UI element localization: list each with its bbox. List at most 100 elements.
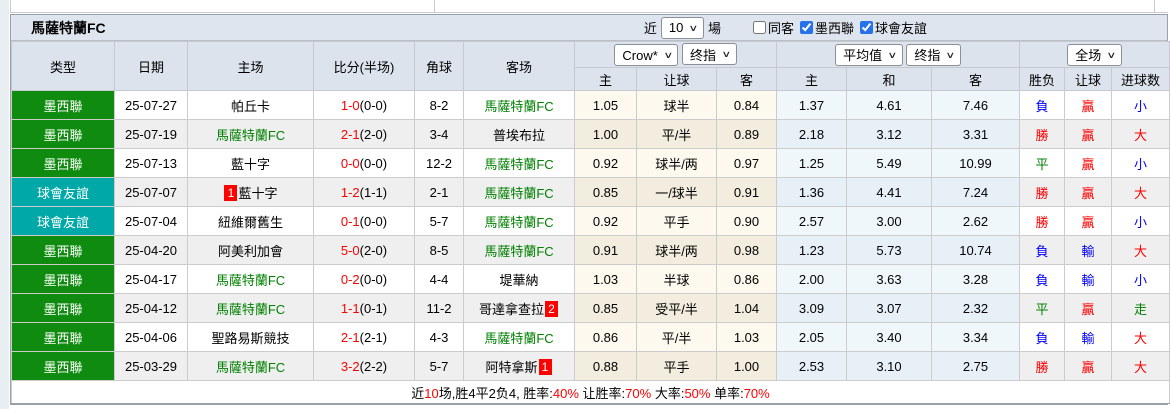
league-type-badge: 墨西聯 <box>11 322 115 352</box>
odds-provider-select[interactable]: Crow* ∨ <box>614 44 679 66</box>
result-handicap: 贏 <box>1064 293 1112 323</box>
league-type-badge: 墨西聯 <box>11 351 115 381</box>
odds-away: 0.91 <box>716 177 777 207</box>
away-team[interactable]: 馬薩特蘭FC <box>463 90 575 120</box>
result-goals: 小 <box>1110 264 1170 294</box>
average-select[interactable]: 平均值 ∨ <box>835 43 903 66</box>
previous-table-edge <box>10 0 1168 13</box>
score-cell: 2-1(2-1) <box>313 322 415 352</box>
away-team[interactable]: 馬薩特蘭FC <box>463 235 575 265</box>
chevron-down-icon: ∨ <box>887 49 898 60</box>
away-team[interactable]: 馬薩特蘭FC <box>463 322 575 352</box>
away-team[interactable]: 普埃布拉 <box>463 119 575 149</box>
average-time-select[interactable]: 终指 ∨ <box>906 43 961 66</box>
away-team[interactable]: 阿特拿斯 1 <box>463 351 575 381</box>
avg-draw-odds: 4.41 <box>846 177 932 207</box>
corners-cell: 12-2 <box>414 148 464 178</box>
away-team[interactable]: 堤華納 <box>463 264 575 294</box>
avg-away-odds: 2.32 <box>931 293 1020 323</box>
avg-home-odds: 1.23 <box>776 235 847 265</box>
filter-checkbox[interactable] <box>752 21 766 34</box>
filter-toggle[interactable]: 球會友誼 <box>854 18 927 37</box>
team-name[interactable]: 紐維爾舊生 <box>218 215 283 230</box>
odds-home: 1.03 <box>574 264 637 294</box>
odds-away: 0.97 <box>716 148 777 178</box>
team-name[interactable]: 堤華納 <box>499 273 538 288</box>
red-card-badge: 2 <box>545 300 558 317</box>
team-name[interactable]: 馬薩特蘭FC <box>216 302 285 317</box>
home-team[interactable]: 馬薩特蘭FC <box>187 293 314 323</box>
result-goals: 大 <box>1110 351 1170 381</box>
match-date: 25-04-12 <box>114 293 188 323</box>
result-handicap: 贏 <box>1064 351 1112 381</box>
avg-draw-odds: 3.00 <box>846 206 932 236</box>
team-name[interactable]: 帕丘卡 <box>231 99 270 114</box>
home-team[interactable]: 紐維爾舊生 <box>187 206 314 236</box>
filter-toggle[interactable]: 同客 <box>747 18 794 37</box>
home-team[interactable]: 阿美利加會 <box>187 235 314 265</box>
table-row: 墨西聯 25-07-19 馬薩特蘭FC 2-1(2-0) 3-4 普埃布拉 1.… <box>11 119 1170 149</box>
corners-cell: 5-7 <box>414 206 464 236</box>
league-type-badge: 墨西聯 <box>11 90 115 120</box>
filter-toggle[interactable]: 墨西聯 <box>794 18 854 37</box>
home-team[interactable]: 1 藍十字 <box>187 177 314 207</box>
team-name[interactable]: 阿美利加會 <box>218 244 283 259</box>
filter-checkbox[interactable] <box>799 21 813 34</box>
home-team[interactable]: 聖路易斯競技 <box>187 322 314 352</box>
corners-cell: 8-2 <box>414 90 464 120</box>
avg-home-odds: 2.53 <box>776 351 847 381</box>
filter-label: 同客 <box>767 21 794 36</box>
match-date: 25-04-06 <box>114 322 188 352</box>
chevron-down-icon: ∨ <box>945 49 956 60</box>
odds-handicap: 平/半 <box>636 119 717 149</box>
team-name[interactable]: 藍十字 <box>238 186 277 201</box>
summary-row: 近10场,胜4平2负4, 胜率:40% 让胜率:70% 大率:50% 单率:70… <box>10 380 1170 404</box>
team-name[interactable]: 普埃布拉 <box>493 128 545 143</box>
corners-cell: 8-5 <box>414 235 464 265</box>
team-name[interactable]: 馬薩特蘭FC <box>216 273 285 288</box>
odds-handicap: 平/半 <box>636 322 717 352</box>
table-row: 墨西聯 25-04-20 阿美利加會 5-0(2-0) 8-5 馬薩特蘭FC 0… <box>11 235 1170 265</box>
col-header-corners: 角球 <box>414 41 464 91</box>
result-outcome: 平 <box>1019 293 1065 323</box>
avg-draw-odds: 3.63 <box>846 264 932 294</box>
away-team[interactable]: 馬薩特蘭FC <box>463 148 575 178</box>
team-name[interactable]: 馬薩特蘭FC <box>484 215 553 230</box>
sub-header-avg-away: 客 <box>931 67 1020 91</box>
away-team[interactable]: 馬薩特蘭FC <box>463 206 575 236</box>
home-team[interactable]: 馬薩特蘭FC <box>187 351 314 381</box>
table-row: 墨西聯 25-03-29 馬薩特蘭FC 3-2(2-2) 5-7 阿特拿斯 1 0… <box>11 351 1170 381</box>
team-name[interactable]: 馬薩特蘭FC <box>484 331 553 346</box>
avg-away-odds: 3.31 <box>931 119 1020 149</box>
summary-text: 近10场,胜4平2负4, 胜率:40% 让胜率:70% 大率:50% 单率:70… <box>10 380 1170 404</box>
recent-count-select[interactable]: 10 ∨ <box>660 16 704 39</box>
table-row: 墨西聯 25-07-27 帕丘卡 1-0(0-0) 8-2 馬薩特蘭FC 1.0… <box>11 90 1170 120</box>
league-type-badge: 球會友誼 <box>11 177 115 207</box>
team-name[interactable]: 阿特拿斯 <box>485 360 537 375</box>
filter-checkbox[interactable] <box>859 21 873 34</box>
team-name[interactable]: 馬薩特蘭FC <box>484 244 553 259</box>
home-team[interactable]: 馬薩特蘭FC <box>187 264 314 294</box>
team-name[interactable]: 馬薩特蘭FC <box>484 186 553 201</box>
home-team[interactable]: 藍十字 <box>187 148 314 178</box>
team-name[interactable]: 藍十字 <box>231 157 270 172</box>
team-name[interactable]: 馬薩特蘭FC <box>484 99 553 114</box>
team-name[interactable]: 聖路易斯競技 <box>211 331 289 346</box>
sub-header-avg-draw: 和 <box>846 67 932 91</box>
home-team[interactable]: 帕丘卡 <box>187 90 314 120</box>
home-team[interactable]: 馬薩特蘭FC <box>187 119 314 149</box>
fulltime-select[interactable]: 全场 ∨ <box>1067 43 1122 66</box>
team-name[interactable]: 哥達拿查拉 <box>479 302 544 317</box>
table-row: 球會友誼 25-07-04 紐維爾舊生 0-1(0-0) 5-7 馬薩特蘭FC … <box>11 206 1170 236</box>
match-date: 25-03-29 <box>114 351 188 381</box>
summary-segment: 50% <box>684 385 711 401</box>
result-outcome: 負 <box>1019 235 1065 265</box>
result-goals: 走 <box>1110 293 1170 323</box>
odds-time-select[interactable]: 终指 ∨ <box>682 43 737 65</box>
away-team[interactable]: 馬薩特蘭FC <box>463 177 575 207</box>
team-name[interactable]: 馬薩特蘭FC <box>216 128 285 143</box>
team-name[interactable]: 馬薩特蘭FC <box>216 360 285 375</box>
result-goals: 小 <box>1110 90 1170 120</box>
team-name[interactable]: 馬薩特蘭FC <box>484 157 553 172</box>
away-team[interactable]: 哥達拿查拉 2 <box>463 293 575 323</box>
